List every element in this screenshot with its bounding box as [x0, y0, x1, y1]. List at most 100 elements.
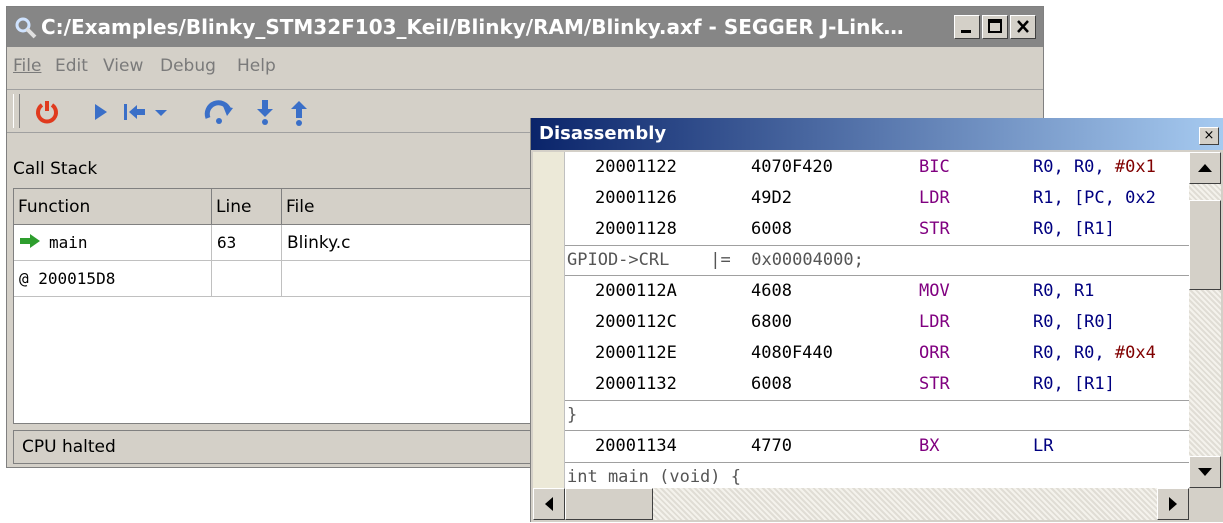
opcode: 4080F440: [751, 343, 833, 363]
callstack-table: Function Line File main 63 Blinky.c @ 20…: [13, 188, 536, 424]
mnemonic: ORR: [919, 343, 950, 363]
disassembly-title: Disassembly: [539, 123, 667, 144]
window-title: C:/Examples/Blinky_STM32F103_Keil/Blinky…: [41, 15, 904, 39]
operands: LR: [1033, 431, 1053, 462]
disassembly-close-button[interactable]: ×: [1199, 127, 1219, 145]
arrow-up-icon: [1198, 164, 1212, 172]
disassembly-view[interactable]: 20001122 4070F420 BIC R0, R0, #0x1 20001126 4…: [533, 152, 1189, 488]
close-button[interactable]: [1010, 15, 1036, 39]
address: 2000112C: [595, 312, 677, 332]
minimize-icon: [961, 30, 971, 33]
magnifier-icon: [13, 15, 37, 39]
address: 2000112E: [595, 343, 677, 363]
step-over-icon[interactable]: [203, 98, 237, 126]
instruction-row[interactable]: 2000112A 4608 MOV R0, R1: [565, 276, 1189, 307]
immediate-value: #0x1: [1114, 157, 1156, 177]
scroll-down-button[interactable]: [1189, 456, 1221, 488]
reset-icon[interactable]: [121, 98, 149, 126]
source-line[interactable]: GPIOD->CRL |= 0x00004000;: [565, 245, 1189, 276]
opcode: 49D2: [751, 188, 792, 208]
operand-text: R0, R0,: [1033, 157, 1115, 177]
close-icon: ×: [1203, 128, 1215, 143]
instruction-row[interactable]: 20001128 6008 STR R0, [R1]: [565, 214, 1189, 245]
column-function[interactable]: Function: [14, 189, 212, 225]
address: 20001132: [595, 374, 677, 394]
instruction-row[interactable]: 20001122 4070F420 BIC R0, R0, #0x1: [565, 152, 1189, 183]
instruction-row[interactable]: 20001134 4770 BX LR: [565, 431, 1189, 462]
source-text: int main (void) {: [567, 467, 741, 487]
operand-text: R0, R1: [1033, 281, 1095, 301]
step-into-icon[interactable]: [251, 98, 279, 126]
operand-text: R1, [PC, 0x2: [1033, 188, 1156, 208]
mnemonic: MOV: [919, 281, 950, 301]
operand-text: R0, [R1]: [1033, 374, 1115, 394]
line-cell: 63: [212, 225, 282, 261]
operands: R0, [R0]: [1033, 307, 1115, 338]
address: 20001128: [595, 219, 677, 239]
horizontal-scroll-thumb[interactable]: [565, 488, 653, 520]
operands: R0, R0, #0x4: [1033, 338, 1156, 369]
operands: R0, R1: [1033, 276, 1094, 307]
scroll-right-button[interactable]: [1157, 488, 1189, 520]
operands: R0, [R1]: [1033, 369, 1115, 400]
opcode: 6008: [751, 374, 792, 394]
chevron-down-icon[interactable]: [151, 98, 171, 126]
arrow-down-icon: [1198, 468, 1212, 476]
current-arrow-icon: [19, 226, 41, 261]
disassembly-window: Disassembly × 20001122 4070F420 BIC R0, R0,…: [530, 118, 1223, 522]
close-icon: [1017, 20, 1029, 33]
scroll-up-button[interactable]: [1189, 152, 1221, 184]
toolbar-grip[interactable]: [13, 94, 20, 128]
power-icon[interactable]: [33, 98, 61, 126]
opcode: 4770: [751, 436, 792, 456]
operand-text: R0, [R0]: [1033, 312, 1115, 332]
address: 20001126: [595, 188, 677, 208]
mnemonic: LDR: [919, 188, 950, 208]
mnemonic: BIC: [919, 157, 950, 177]
title-bar[interactable]: C:/Examples/Blinky_STM32F103_Keil/Blinky…: [7, 7, 1043, 47]
maximize-icon: [988, 19, 1002, 33]
instruction-row[interactable]: 2000112C 6800 LDR R0, [R0]: [565, 307, 1189, 338]
operands: R0, R0, #0x1: [1033, 152, 1156, 183]
source-text: }: [567, 405, 578, 425]
horizontal-scrollbar[interactable]: [533, 488, 1189, 520]
mnemonic: STR: [919, 374, 950, 394]
menu-debug[interactable]: Debug: [160, 56, 216, 76]
callstack-title: Call Stack: [13, 159, 98, 179]
step-out-icon[interactable]: [285, 98, 313, 126]
line-cell: [212, 261, 282, 297]
menu-help[interactable]: Help: [237, 56, 276, 76]
function-name: main: [49, 233, 88, 252]
source-line[interactable]: int main (void) {: [565, 462, 1189, 488]
arrow-right-icon: [1169, 497, 1177, 511]
disassembly-gutter[interactable]: [533, 152, 565, 488]
immediate-value: #0x4: [1114, 343, 1156, 363]
scroll-left-button[interactable]: [533, 488, 565, 520]
menu-view[interactable]: View: [103, 56, 143, 76]
instruction-row[interactable]: 20001126 49D2 LDR R1, [PC, 0x2: [565, 183, 1189, 214]
mnemonic: STR: [919, 219, 950, 239]
column-file[interactable]: File: [282, 189, 536, 225]
arrow-left-icon: [545, 497, 553, 511]
instruction-row[interactable]: 20001132 6008 STR R0, [R1]: [565, 369, 1189, 400]
function-cell: @ 200015D8: [14, 261, 212, 297]
source-line[interactable]: }: [565, 400, 1189, 431]
minimize-button[interactable]: [954, 15, 980, 39]
disassembly-title-bar[interactable]: Disassembly ×: [531, 118, 1223, 150]
instruction-row[interactable]: 2000112E 4080F440 ORR R0, R0, #0x4: [565, 338, 1189, 369]
maximize-button[interactable]: [982, 15, 1008, 39]
status-bar: CPU halted: [13, 430, 535, 464]
menu-edit[interactable]: Edit: [55, 56, 88, 76]
file-cell: [282, 261, 536, 297]
mnemonic: BX: [919, 436, 940, 456]
menu-file[interactable]: File: [13, 56, 41, 76]
vertical-scrollbar[interactable]: [1189, 152, 1221, 488]
operands: R0, [R1]: [1033, 214, 1115, 245]
vertical-scroll-thumb[interactable]: [1189, 200, 1221, 290]
address: 20001134: [595, 436, 677, 456]
opcode: 4070F420: [751, 157, 833, 177]
run-icon[interactable]: [87, 98, 115, 126]
operands: R1, [PC, 0x2: [1033, 183, 1156, 214]
column-line[interactable]: Line: [212, 189, 282, 225]
operand-text: R0, R0,: [1033, 343, 1115, 363]
